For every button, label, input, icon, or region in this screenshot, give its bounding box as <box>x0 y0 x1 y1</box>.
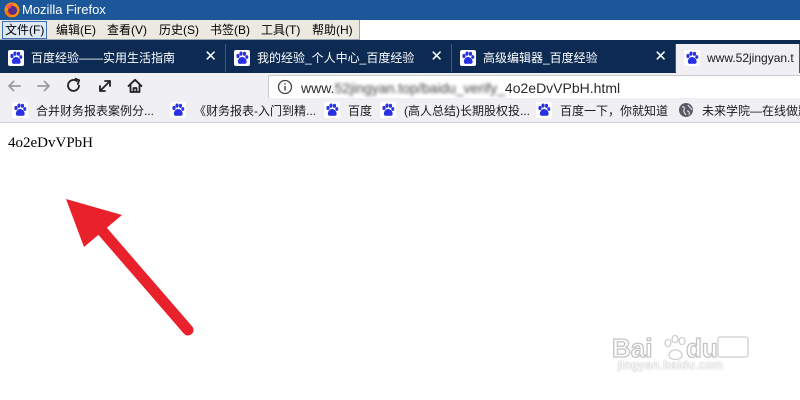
menu-file[interactable]: 文件(F) <box>2 21 48 39</box>
url-suffix: 4o2eDvVPbH.html <box>504 80 621 96</box>
address-bar[interactable]: www.52jingyan.top/baidu_verify_4o2eDvVPb… <box>268 75 800 99</box>
window-title: Mozilla Firefox <box>22 2 106 17</box>
info-icon[interactable] <box>277 79 293 95</box>
firefox-logo-icon <box>4 2 20 18</box>
baidu-paw-icon <box>234 50 250 66</box>
bookmarks-toolbar: 合并财务报表案例分... 《财务报表-入门到精... 百度 (高人总结)长期股权… <box>0 98 800 123</box>
tab-label: www.52jingyan.t <box>707 51 794 65</box>
page-content: 4o2eDvVPbH Bai du jingyan.baidu.com <box>0 123 800 400</box>
baidu-jingyan-logo: Bai du <box>612 333 749 364</box>
baidu-paw-icon <box>324 102 340 118</box>
menu-history[interactable]: 历史(S) <box>157 22 201 38</box>
bookmark-label: 合并财务报表案例分... <box>36 104 155 118</box>
globe-icon <box>679 103 693 117</box>
arrow-head <box>66 199 122 247</box>
forward-arrow-icon[interactable] <box>33 75 55 97</box>
baidu-paw-icon <box>170 102 186 118</box>
page-body-text: 4o2eDvVPbH <box>8 135 93 151</box>
navigation-toolbar: www.52jingyan.top/baidu_verify_4o2eDvVPb… <box>0 73 800 99</box>
url-text[interactable]: www.52jingyan.top/baidu_verify_4o2eDvVPb… <box>301 80 620 96</box>
close-tab-icon[interactable]: ✕ <box>204 49 217 65</box>
menu-help[interactable]: 帮助(H) <box>310 22 355 38</box>
menu-edit[interactable]: 编辑(E) <box>54 22 98 38</box>
bookmark-label: (高人总结)长期股权投... <box>404 104 530 118</box>
baidu-paw-icon <box>536 102 552 118</box>
tab-baidu-jingyan-home[interactable]: 百度经验——实用生活指南 ✕ <box>0 44 226 72</box>
home-icon[interactable] <box>124 75 146 97</box>
tab-label: 高级编辑器_百度经验 <box>483 51 598 65</box>
watermark-text: jingyan.baidu.com <box>618 358 724 372</box>
url-prefix: www. <box>301 80 335 96</box>
close-tab-icon[interactable]: ✕ <box>430 49 443 65</box>
expand-icon[interactable] <box>94 75 116 97</box>
baidu-paw-icon <box>8 50 24 66</box>
baidu-paw-icon <box>380 102 396 118</box>
window-titlebar: Mozilla Firefox <box>0 0 800 20</box>
reload-icon[interactable] <box>63 75 85 97</box>
tab-advanced-editor[interactable]: 高级编辑器_百度经验 ✕ <box>452 44 676 72</box>
tab-label: 百度经验——实用生活指南 <box>31 51 176 65</box>
bookmark-label: 《财务报表-入门到精... <box>194 104 316 118</box>
tab-52jingyan-active[interactable]: www.52jingyan.t <box>676 44 800 73</box>
bookmark-label: 未来学院—在线做题 <box>702 104 800 118</box>
tab-bar: 百度经验——实用生活指南 ✕ 我的经验_个人中心_百度经验 ✕ 高级编辑器_百度… <box>0 40 800 73</box>
menu-tools[interactable]: 工具(T) <box>259 22 302 38</box>
tab-my-jingyan[interactable]: 我的经验_个人中心_百度经验 ✕ <box>226 44 452 72</box>
menu-bookmarks[interactable]: 书签(B) <box>208 22 252 38</box>
baidu-paw-icon <box>12 102 28 118</box>
baidu-paw-icon <box>684 50 700 66</box>
baidu-paw-icon <box>460 50 476 66</box>
menu-bar: 文件(F) 编辑(E) 查看(V) 历史(S) 书签(B) 工具(T) 帮助(H… <box>0 20 360 40</box>
close-tab-icon[interactable]: ✕ <box>654 49 667 65</box>
tab-label: 我的经验_个人中心_百度经验 <box>257 51 415 65</box>
arrow-shaft <box>92 220 194 336</box>
menu-view[interactable]: 查看(V) <box>105 22 149 38</box>
back-arrow-icon[interactable] <box>3 75 25 97</box>
url-blurred-part: 52jingyan.top/baidu_verify_ <box>334 80 505 96</box>
bookmark-label: 百度 <box>348 104 373 118</box>
bookmark-label: 百度一下，你就知道 <box>560 104 669 118</box>
